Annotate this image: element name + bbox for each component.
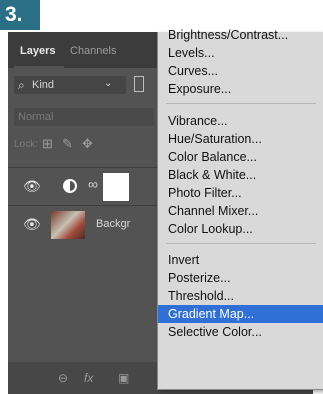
visibility-eye-icon[interactable]: 👁 bbox=[23, 216, 41, 233]
blend-mode-label: Normal bbox=[18, 111, 54, 123]
add-mask-icon[interactable]: ▣ bbox=[118, 371, 129, 385]
menu-item-black-white[interactable]: Black & White... bbox=[158, 166, 323, 184]
menu-item-color-lookup[interactable]: Color Lookup... bbox=[158, 220, 323, 238]
menu-item-photo-filter[interactable]: Photo Filter... bbox=[158, 184, 323, 202]
lock-position-icon[interactable]: ✥ bbox=[82, 136, 93, 152]
kind-filter-label: Kind bbox=[32, 79, 55, 91]
photo-thumbnail bbox=[51, 211, 85, 239]
menu-item-gradient-map[interactable]: Gradient Map... bbox=[158, 305, 323, 323]
pixel-filter-icon[interactable] bbox=[134, 76, 144, 92]
menu-item-exposure[interactable]: Exposure... bbox=[158, 80, 323, 98]
menu-item-channel-mixer[interactable]: Channel Mixer... bbox=[158, 202, 323, 220]
kind-filter-select[interactable]: ⌕ Kind ⌄ bbox=[14, 76, 126, 94]
menu-item-posterize[interactable]: Posterize... bbox=[158, 269, 323, 287]
blend-mode-select[interactable]: Normal bbox=[14, 108, 154, 126]
menu-item-invert[interactable]: Invert bbox=[158, 251, 323, 269]
tab-layers[interactable]: Layers bbox=[20, 45, 55, 57]
menu-item-curves[interactable]: Curves... bbox=[158, 62, 323, 80]
adjustment-layer-menu: Brightness/Contrast... Levels... Curves.… bbox=[157, 28, 323, 390]
chevron-down-icon: ⌄ bbox=[104, 78, 113, 89]
menu-item-vibrance[interactable]: Vibrance... bbox=[158, 112, 323, 130]
menu-separator bbox=[166, 103, 316, 104]
lock-label: Lock: bbox=[14, 139, 38, 150]
menu-item-color-balance[interactable]: Color Balance... bbox=[158, 148, 323, 166]
menu-item-levels[interactable]: Levels... bbox=[158, 44, 323, 62]
lock-image-pixels-icon[interactable]: ✎ bbox=[62, 136, 73, 152]
fx-icon[interactable]: fx bbox=[84, 371, 93, 385]
layer-mask-thumbnail[interactable] bbox=[103, 173, 129, 201]
layers-panel: Layers Channels ⌕ Kind ⌄ Normal Lock: ⊞ … bbox=[8, 28, 323, 394]
link-layers-icon[interactable]: ⊖ bbox=[58, 371, 68, 385]
step-number-badge: 3. bbox=[0, 0, 40, 30]
visibility-eye-icon[interactable]: 👁 bbox=[23, 178, 41, 195]
tab-channels[interactable]: Channels bbox=[70, 45, 116, 57]
menu-item-brightness-contrast[interactable]: Brightness/Contrast... bbox=[158, 26, 323, 44]
layer-name: Backgr bbox=[96, 218, 131, 230]
search-icon: ⌕ bbox=[18, 78, 25, 92]
menu-separator bbox=[166, 243, 316, 244]
menu-item-selective-color[interactable]: Selective Color... bbox=[158, 323, 323, 341]
link-icon[interactable]: ∞ bbox=[88, 176, 98, 192]
menu-item-threshold[interactable]: Threshold... bbox=[158, 287, 323, 305]
adjustment-layer-icon bbox=[63, 179, 77, 193]
menu-item-hue-saturation[interactable]: Hue/Saturation... bbox=[158, 130, 323, 148]
lock-transparent-pixels-icon[interactable]: ⊞ bbox=[42, 136, 53, 152]
